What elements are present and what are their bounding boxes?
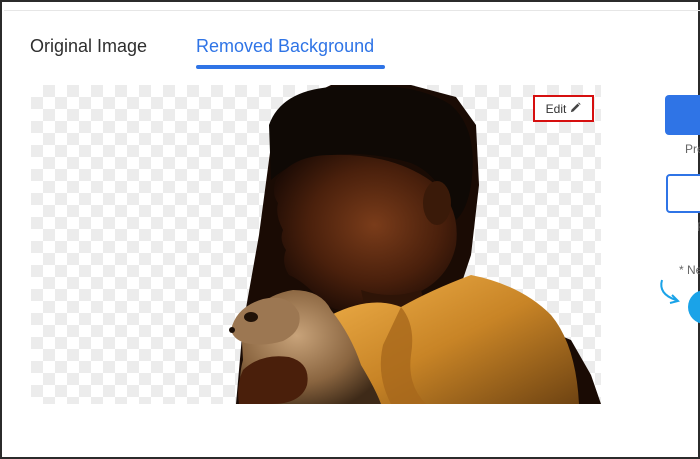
pencil-icon [570, 101, 581, 116]
tab-original-image[interactable]: Original Image [30, 36, 147, 57]
image-preview-canvas [31, 85, 601, 404]
side-caption-1: Pre [685, 142, 700, 156]
side-action-button[interactable] [665, 95, 700, 135]
edit-label: Edit [545, 101, 567, 116]
active-tab-indicator [196, 65, 385, 69]
side-note: * Ne [679, 263, 700, 277]
photo-girl-holding-meerkat [229, 85, 601, 404]
tab-removed-background[interactable]: Removed Background [196, 36, 374, 57]
edit-button[interactable]: Edit [533, 95, 594, 122]
side-outline-button[interactable] [666, 174, 700, 213]
top-divider [4, 10, 700, 11]
app-window: Original Image Removed Background Edit P… [0, 0, 700, 459]
curved-arrow-icon [660, 279, 680, 304]
side-circle-button[interactable] [688, 290, 700, 324]
